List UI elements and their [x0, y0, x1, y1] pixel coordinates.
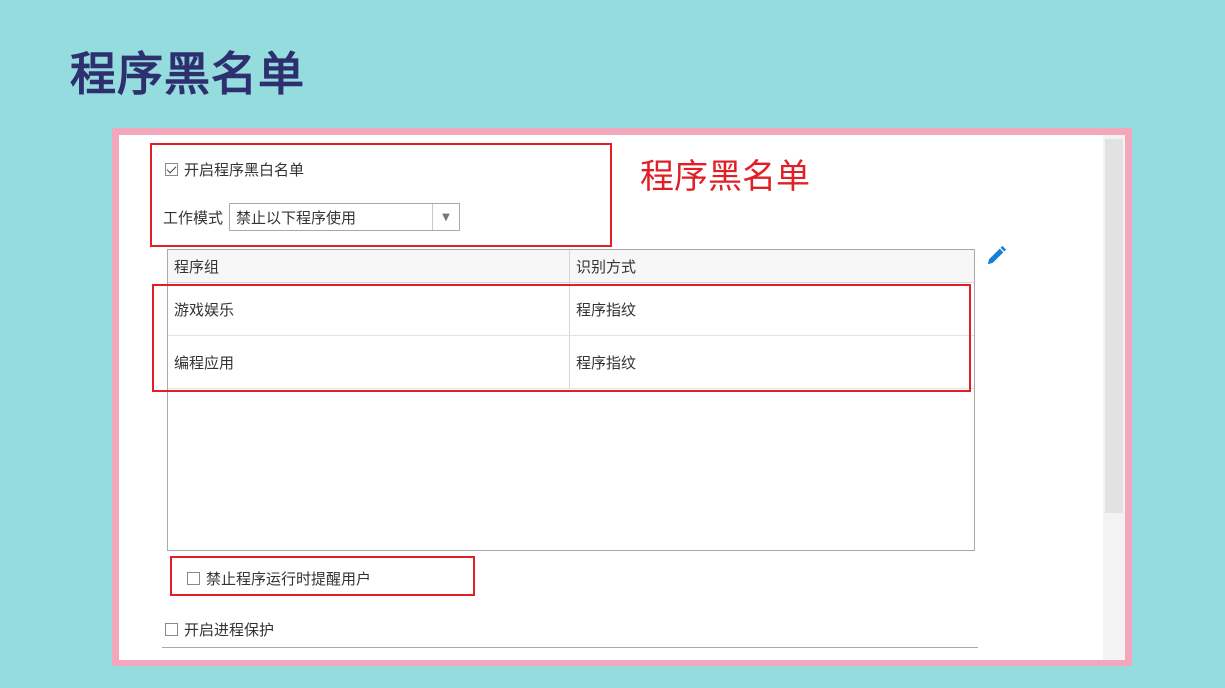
next-section-field [162, 647, 978, 660]
header-program-group[interactable]: 程序组 [168, 250, 570, 282]
highlight-box-notify [170, 556, 475, 596]
scrollbar-thumb[interactable] [1105, 139, 1123, 513]
highlight-box-settings [150, 143, 612, 247]
annotation-label: 程序黑名单 [640, 157, 810, 197]
scrollbar[interactable] [1103, 135, 1125, 660]
process-protect-checkbox[interactable] [165, 623, 178, 636]
highlight-box-rows [152, 284, 971, 392]
settings-panel: 开启程序黑白名单 工作模式 禁止以下程序使用 ▼ 程序黑名单 程序组 识别方式 … [119, 135, 1125, 660]
table-header: 程序组 识别方式 [168, 250, 974, 283]
slide-title: 程序黑名单 [70, 47, 305, 101]
header-identification-method[interactable]: 识别方式 [570, 250, 974, 282]
process-protect-label: 开启进程保护 [184, 621, 275, 639]
process-protect-option[interactable]: 开启进程保护 [165, 619, 274, 640]
pencil-icon[interactable] [985, 245, 1007, 267]
screenshot-frame: 开启程序黑白名单 工作模式 禁止以下程序使用 ▼ 程序黑名单 程序组 识别方式 … [112, 128, 1132, 666]
